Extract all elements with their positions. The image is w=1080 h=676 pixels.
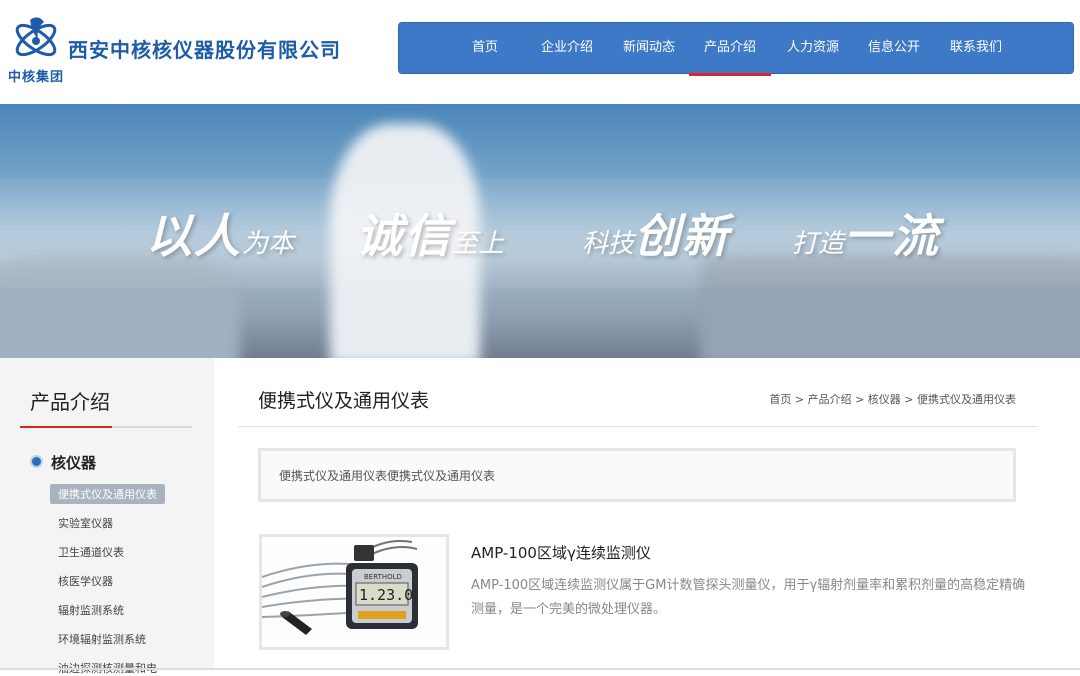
sidebar-item-radiation-monitoring[interactable]: 辐射监测系统 xyxy=(58,602,124,618)
slogan-1: 以人为本 xyxy=(146,209,295,263)
nav-item-about[interactable]: 企业介绍 xyxy=(535,23,599,75)
radiation-monitor-device-icon: BERTHOLD 1.23.0 xyxy=(262,537,446,647)
breadcrumb-separator: > xyxy=(794,393,805,406)
company-name: 西安中核核仪器股份有限公司 xyxy=(68,38,341,62)
nav-item-products[interactable]: 产品介绍 xyxy=(689,23,771,76)
breadcrumb-current[interactable]: 便携式仪及通用仪表 xyxy=(917,393,1016,406)
bullet-icon xyxy=(30,455,43,468)
breadcrumb-home[interactable]: 首页 xyxy=(769,393,791,406)
svg-text:1.23.0: 1.23.0 xyxy=(359,586,413,604)
sidebar-title: 产品介绍 xyxy=(30,390,110,414)
slogan-4: 打造一流 xyxy=(792,209,941,263)
site-header: 中核集团 西安中核核仪器股份有限公司 首页 企业介绍 新闻动态 产品介绍 人力资… xyxy=(0,0,1080,104)
slogan-2: 诚信至上 xyxy=(356,209,505,263)
category-description-box: 便携式仪及通用仪表便携式仪及通用仪表 xyxy=(258,448,1016,502)
group-name: 中核集团 xyxy=(8,70,65,85)
sidebar-item-sanitary-channel[interactable]: 卫生通道仪表 xyxy=(58,544,124,560)
nav-item-disclosure[interactable]: 信息公开 xyxy=(862,23,926,75)
sidebar-title-underline xyxy=(20,426,192,428)
cnnc-emblem-icon xyxy=(15,17,57,57)
sidebar-item-portable[interactable]: 便携式仪及通用仪表 xyxy=(50,484,165,504)
nav-item-news[interactable]: 新闻动态 xyxy=(617,23,681,75)
nav-item-contact[interactable]: 联系我们 xyxy=(944,23,1008,75)
company-logo[interactable]: 中核集团 西安中核核仪器股份有限公司 xyxy=(8,14,341,85)
sidebar-category-label: 核仪器 xyxy=(51,454,97,472)
svg-text:BERTHOLD: BERTHOLD xyxy=(364,573,402,581)
sidebar-category-nuclear-instruments[interactable]: 核仪器 xyxy=(30,452,96,473)
breadcrumb: 首页 > 产品介绍 > 核仪器 > 便携式仪及通用仪表 xyxy=(769,391,1016,407)
title-divider xyxy=(238,426,1038,427)
sidebar: 产品介绍 核仪器 便携式仪及通用仪表 实验室仪器 卫生通道仪表 核医学仪器 辐射… xyxy=(0,358,214,675)
nav-item-hr[interactable]: 人力资源 xyxy=(781,23,845,75)
page-title: 便携式仪及通用仪表 xyxy=(258,390,430,412)
main-nav: 首页 企业介绍 新闻动态 产品介绍 人力资源 信息公开 联系我们 xyxy=(398,22,1074,76)
breadcrumb-nuclear-instruments[interactable]: 核仪器 xyxy=(868,393,901,406)
breadcrumb-products[interactable]: 产品介绍 xyxy=(808,393,852,406)
slogan-3: 科技创新 xyxy=(582,209,731,263)
sidebar-item-nuclear-medicine[interactable]: 核医学仪器 xyxy=(58,573,113,589)
sidebar-item-laboratory[interactable]: 实验室仪器 xyxy=(58,515,113,531)
product-description: AMP-100区域连续监测仪属于GM计数管探头测量仪，用于γ辐射剂量率和累积剂量… xyxy=(471,578,1026,617)
breadcrumb-separator: > xyxy=(904,393,914,406)
breadcrumb-separator: > xyxy=(855,393,865,406)
product-image[interactable]: BERTHOLD 1.23.0 xyxy=(259,534,449,650)
hero-banner: 以人为本 诚信至上 科技创新 打造一流 xyxy=(0,104,1080,358)
sidebar-item-env-radiation[interactable]: 环境辐射监测系统 xyxy=(58,631,146,647)
category-description: 便携式仪及通用仪表便携式仪及通用仪表 xyxy=(279,469,496,483)
nav-item-home[interactable]: 首页 xyxy=(461,23,509,75)
product-title-link[interactable]: AMP-100区域γ连续监测仪 xyxy=(471,542,651,563)
